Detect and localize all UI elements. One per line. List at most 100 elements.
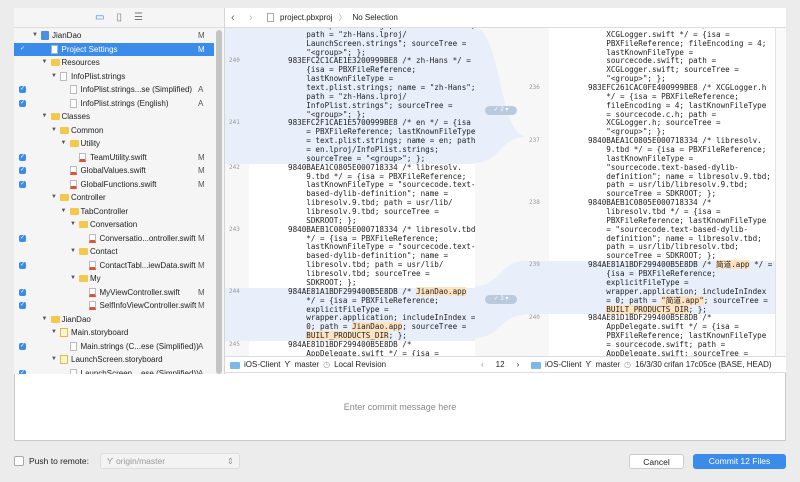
tree-item-label: TabController	[80, 206, 129, 216]
tree-item-label: Resources	[61, 58, 100, 67]
commit-button[interactable]: Commit 12 Files	[693, 454, 786, 469]
tree-item[interactable]: ✓ InfoPlist.strings...se (Simplified) A	[14, 83, 214, 97]
include-checkbox[interactable]: ✓	[19, 288, 26, 296]
tree-item[interactable]: ✓ Conversatio...ontroller.swift M	[14, 232, 214, 246]
include-checkbox[interactable]: ✓	[19, 234, 26, 242]
list-icon[interactable]: ☰	[134, 12, 143, 23]
back-arrow-icon[interactable]: ‹	[231, 12, 243, 24]
tree-item[interactable]: ▼ Common	[14, 124, 214, 138]
tree-item-label: JianDao	[52, 31, 82, 40]
swift-icon	[79, 152, 86, 162]
status-badge: M	[198, 287, 205, 297]
tree-item[interactable]: ▼ Contact	[14, 245, 214, 259]
sidebar-scrollbar[interactable]	[216, 30, 222, 374]
tree-item[interactable]: ▼ Controller	[14, 191, 214, 205]
disclosure-triangle-icon[interactable]: ▼	[32, 29, 38, 43]
diff-toggle-3[interactable]: ✓ 3 ▾	[485, 295, 517, 304]
tree-item[interactable]: ▼ TabController	[14, 205, 214, 219]
disclosure-triangle-icon[interactable]: ▼	[51, 191, 57, 205]
file-icon[interactable]: ▯	[116, 12, 122, 23]
include-checkbox[interactable]: ✓	[19, 86, 26, 93]
tree-item[interactable]: ✓ Main.strings (C...ese (Simplified)) A	[14, 340, 214, 354]
tree-item-label: Contact	[90, 247, 118, 256]
folder-icon	[531, 361, 541, 369]
cancel-button[interactable]: Cancel	[629, 454, 684, 469]
breadcrumb-selection[interactable]: No Selection	[352, 13, 397, 22]
tree-item[interactable]: ▼ Resources	[14, 56, 214, 70]
tree-item[interactable]: ▼ JianDao	[14, 313, 214, 327]
disclosure-triangle-icon[interactable]: ▼	[51, 353, 57, 367]
tree-item[interactable]: ✓ InfoPlist.strings (English) A	[14, 97, 214, 111]
line-number: 238	[529, 199, 540, 207]
breadcrumb-file[interactable]: project.pbxproj	[280, 13, 332, 22]
push-to-remote-label: Push to remote:	[29, 456, 90, 466]
tree-item-label: SelfInfoViewController.swift	[99, 301, 197, 310]
folder-icon[interactable]: ▭	[95, 12, 104, 23]
tree-item-label: LaunchScreen....ese (Simplified))	[80, 368, 199, 375]
tree-item[interactable]: ✓ GlobalValues.swift M	[14, 164, 214, 178]
next-change-icon[interactable]: ›	[517, 357, 520, 373]
include-checkbox[interactable]: ✓	[19, 302, 26, 309]
tree-item[interactable]: ✓ GlobalFunctions.swift M	[14, 178, 214, 192]
left-revision[interactable]: Local Revision	[334, 357, 386, 373]
include-checkbox[interactable]: ✓	[19, 153, 26, 161]
line-number: 239	[529, 261, 540, 269]
tree-item[interactable]: ▼ Utility	[14, 137, 214, 151]
right-project[interactable]: iOS-Client	[545, 357, 581, 373]
disclosure-triangle-icon[interactable]: ▼	[70, 218, 76, 232]
left-project[interactable]: iOS-Client	[244, 357, 280, 373]
include-checkbox[interactable]: ✓	[19, 167, 26, 174]
tree-item[interactable]: ✓ LaunchScreen....ese (Simplified)) A	[14, 367, 214, 375]
tree-item[interactable]: ▼ JianDao M	[14, 29, 214, 43]
disclosure-triangle-icon[interactable]: ▼	[51, 326, 57, 340]
file-icon	[69, 85, 77, 94]
include-checkbox[interactable]: ✓	[19, 46, 26, 53]
diff-connector: ✓ 2 ▾ ✓ 3 ▾	[475, 28, 525, 356]
line-number: 237	[529, 137, 540, 145]
tree-item[interactable]: ▼ LaunchScreen.storyboard	[14, 353, 214, 367]
change-count: 12	[495, 360, 505, 369]
line-number: 240	[529, 314, 540, 322]
tree-item[interactable]: ✓ ContactTabl...iewData.swift M	[14, 259, 214, 273]
tree-item[interactable]: ▼ Conversation	[14, 218, 214, 232]
remote-select[interactable]: Ƴ origin/master ⇕	[100, 453, 240, 469]
include-checkbox[interactable]: ✓	[19, 180, 26, 188]
status-badge: M	[198, 44, 205, 54]
tree-item[interactable]: ▼ Main.storyboard	[14, 326, 214, 340]
file-icon	[60, 71, 67, 81]
disclosure-triangle-icon[interactable]: ▼	[61, 205, 67, 219]
disclosure-triangle-icon[interactable]: ▼	[42, 56, 48, 70]
tree-item-label: Conversatio...ontroller.swift	[99, 233, 196, 243]
tree-item[interactable]: ✓ MyViewController.swift M	[14, 286, 214, 300]
tree-item[interactable]: ✓ SelfInfoViewController.swift M	[14, 299, 214, 313]
forward-arrow-icon[interactable]: ›	[249, 12, 261, 24]
right-branch[interactable]: master	[596, 357, 620, 373]
tree-item[interactable]: ✓ TeamUtility.swift M	[14, 151, 214, 165]
disclosure-triangle-icon[interactable]: ▼	[51, 70, 57, 84]
right-revision[interactable]: 16/3/30 crifan 17c05ce (BASE, HEAD)	[635, 357, 772, 373]
disclosure-triangle-icon[interactable]: ▼	[61, 137, 67, 151]
tree-item-label: Conversation	[90, 220, 138, 229]
disclosure-triangle-icon[interactable]: ▼	[70, 245, 76, 259]
tree-item[interactable]: ▼ Classes	[14, 110, 214, 124]
disclosure-triangle-icon[interactable]: ▼	[70, 272, 76, 286]
tree-item[interactable]: ▼ My	[14, 272, 214, 286]
commit-message-input[interactable]: Enter commit message here	[14, 374, 786, 441]
left-branch[interactable]: master	[295, 357, 319, 373]
navigator-tabs: ▭ ▯ ☰	[14, 8, 224, 28]
tree-item-label: JianDao	[61, 314, 91, 324]
code-scrollbar[interactable]	[775, 28, 786, 356]
disclosure-triangle-icon[interactable]: ▼	[42, 110, 48, 124]
include-checkbox[interactable]: ✓	[19, 99, 26, 107]
include-checkbox[interactable]: ✓	[19, 342, 26, 350]
disclosure-triangle-icon[interactable]: ▼	[42, 313, 48, 327]
tree-item[interactable]: ▼ InfoPlist.strings	[14, 70, 214, 84]
push-to-remote-checkbox[interactable]	[14, 456, 24, 466]
prev-change-icon[interactable]: ‹	[481, 357, 484, 373]
include-checkbox[interactable]: ✓	[19, 261, 26, 269]
tree-item[interactable]: ✓ Project Settings M	[14, 42, 214, 56]
status-badge: A	[198, 85, 204, 94]
disclosure-triangle-icon[interactable]: ▼	[51, 124, 57, 138]
diff-toggle-2[interactable]: ✓ 2 ▾	[485, 106, 517, 115]
tree-item-label: LaunchScreen.storyboard	[71, 355, 163, 364]
